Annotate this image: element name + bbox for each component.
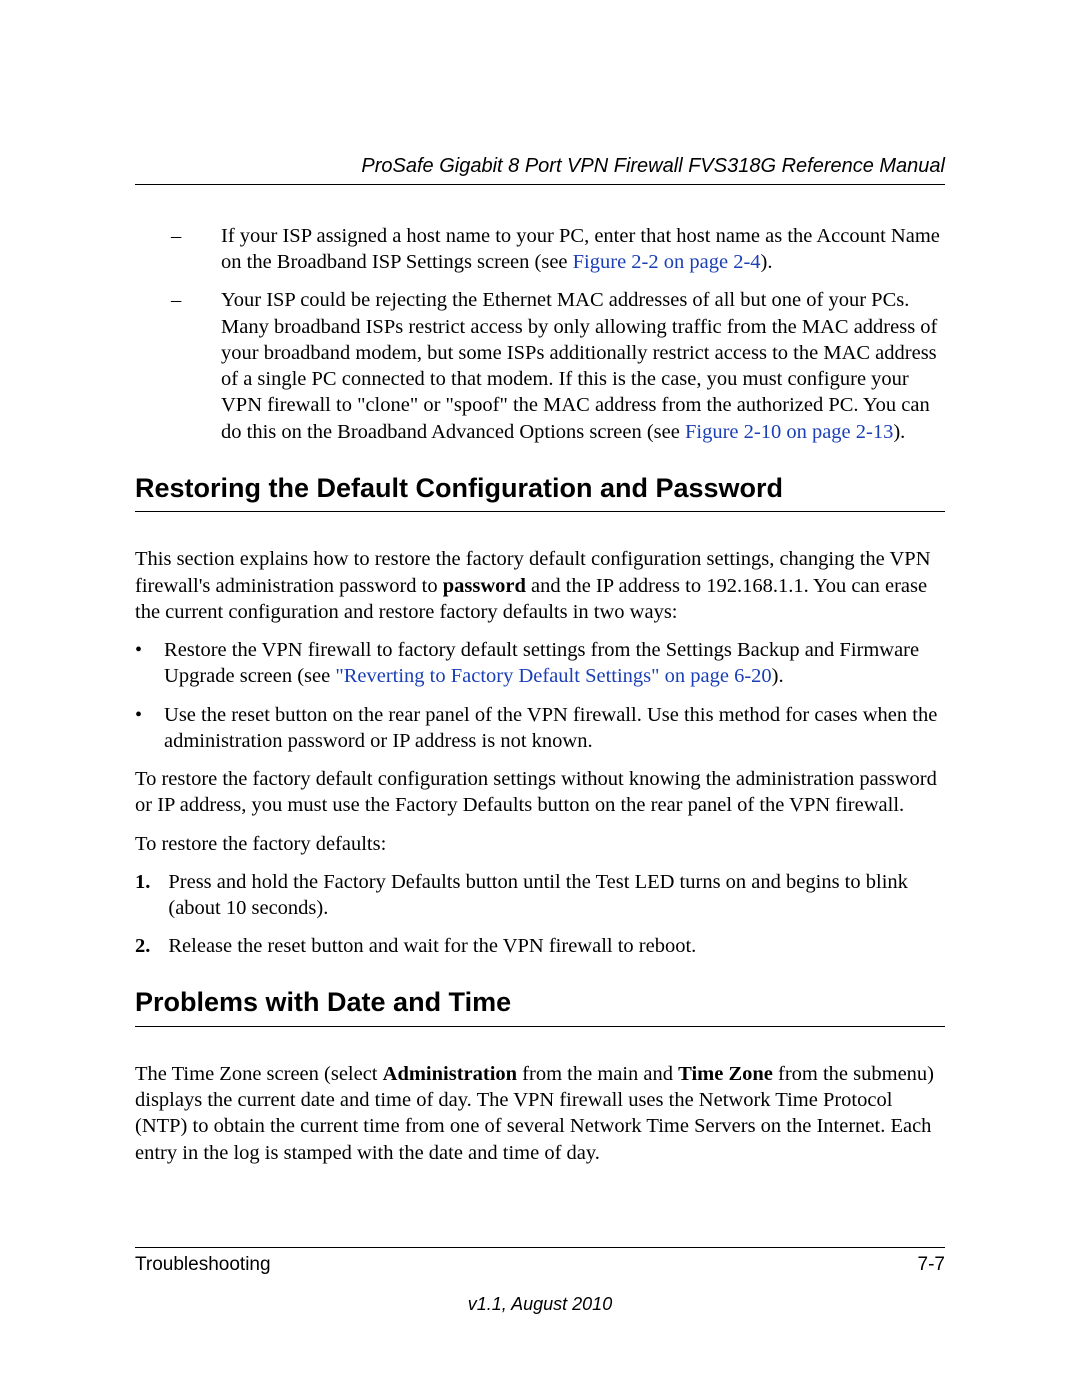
document-page: ProSafe Gigabit 8 Port VPN Firewall FVS3…	[0, 0, 1080, 1397]
dash-item: If your ISP assigned a host name to your…	[135, 223, 945, 275]
bold-text: password	[443, 575, 526, 597]
body-text: Release the reset button and wait for th…	[168, 933, 945, 959]
section-heading-restoring: Restoring the Default Configuration and …	[135, 471, 945, 513]
footer-page-number: 7-7	[918, 1254, 945, 1276]
bullet-item: Restore the VPN firewall to factory defa…	[135, 637, 945, 689]
paragraph: The Time Zone screen (select Administrat…	[135, 1061, 945, 1166]
body-text: Use the reset button on the rear panel o…	[164, 702, 945, 754]
running-header: ProSafe Gigabit 8 Port VPN Firewall FVS3…	[135, 155, 945, 185]
figure-link[interactable]: Figure 2-10 on page 2-13	[685, 421, 893, 443]
numbered-item: Release the reset button and wait for th…	[135, 933, 945, 959]
continuation-dash-list: If your ISP assigned a host name to your…	[135, 223, 945, 445]
page-footer: Troubleshooting 7-7 v1.1, August 2010	[135, 1247, 945, 1315]
body-text: from the main and	[517, 1063, 678, 1085]
numbered-item: Press and hold the Factory Defaults butt…	[135, 869, 945, 921]
cross-reference-link[interactable]: "Reverting to Factory Default Settings" …	[335, 665, 771, 687]
footer-section-name: Troubleshooting	[135, 1254, 271, 1276]
page-content: If your ISP assigned a host name to your…	[135, 223, 945, 1166]
bold-text: Administration	[383, 1063, 517, 1085]
section-heading-datetime: Problems with Date and Time	[135, 985, 945, 1027]
paragraph: To restore the factory defaults:	[135, 831, 945, 857]
footer-version: v1.1, August 2010	[135, 1294, 945, 1315]
paragraph: This section explains how to restore the…	[135, 546, 945, 625]
numbered-list: Press and hold the Factory Defaults butt…	[135, 869, 945, 960]
bold-text: Time Zone	[678, 1063, 773, 1085]
paragraph: To restore the factory default configura…	[135, 766, 945, 818]
body-text: Press and hold the Factory Defaults butt…	[168, 869, 945, 921]
bullet-list: Restore the VPN firewall to factory defa…	[135, 637, 945, 754]
body-text: The Time Zone screen (select	[135, 1063, 383, 1085]
bullet-item: Use the reset button on the rear panel o…	[135, 702, 945, 754]
body-text: ).	[761, 251, 773, 273]
body-text: ).	[772, 665, 784, 687]
dash-item: Your ISP could be rejecting the Ethernet…	[135, 287, 945, 444]
body-text: ).	[893, 421, 905, 443]
figure-link[interactable]: Figure 2-2 on page 2-4	[573, 251, 761, 273]
